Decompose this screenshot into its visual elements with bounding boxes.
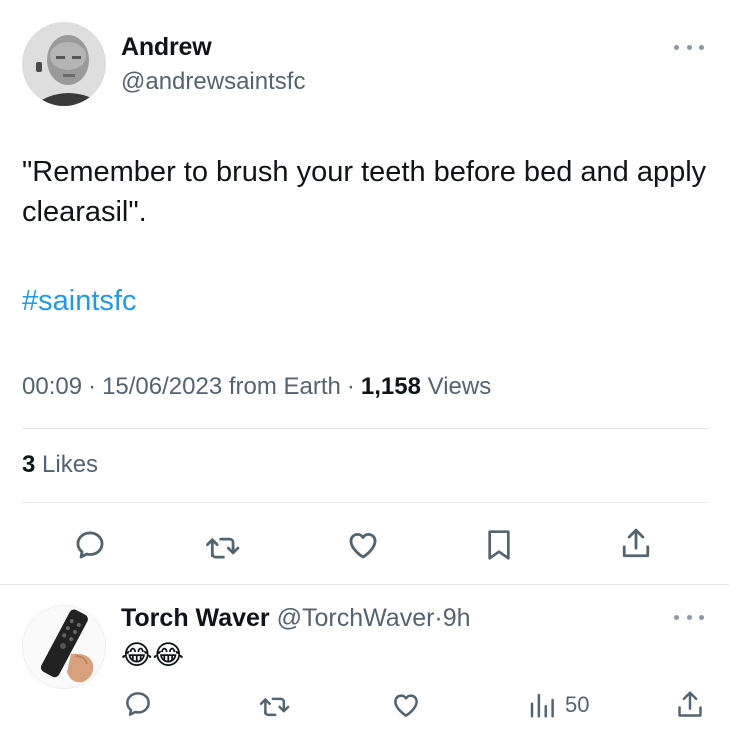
author-avatar-image (22, 22, 106, 106)
views-label: Views (427, 373, 492, 400)
reply-icon (76, 531, 104, 559)
reply-like-button[interactable] (390, 690, 422, 720)
retweet-icon (206, 537, 240, 559)
reply-views-count: 50 (565, 692, 590, 717)
divider (22, 502, 708, 503)
author-handle[interactable]: @andrewsaintsfc (121, 68, 305, 96)
divider (0, 584, 729, 585)
reply-author-handle[interactable]: @TorchWaver (277, 604, 435, 632)
retweet-button[interactable] (204, 529, 240, 563)
heart-icon (394, 694, 418, 717)
like-button[interactable] (345, 528, 381, 562)
reply-age[interactable]: 9h (443, 604, 471, 632)
remote-control-image (23, 606, 105, 688)
tweet-meta: 00:09 · 15/06/2023 from Earth · 1,158 Views (22, 373, 492, 400)
reply-share-button[interactable] (675, 689, 705, 721)
reply-more-options-button[interactable] (674, 610, 704, 624)
author-avatar[interactable] (22, 22, 106, 106)
bookmark-button[interactable] (483, 527, 515, 563)
share-button[interactable] (619, 526, 653, 562)
reply-author-name[interactable]: Torch Waver (121, 604, 270, 632)
tweet-location: from Earth (228, 373, 341, 400)
tweet-date[interactable]: 15/06/2023 (102, 373, 222, 400)
reply-text: 😂😂 (121, 640, 185, 670)
more-icon (674, 614, 679, 620)
likes-count: 3 (22, 451, 36, 478)
likes-label: Likes (42, 451, 99, 478)
hashtag-link[interactable]: #saintsfc (22, 285, 136, 318)
reply-author-line: Torch Waver @TorchWaver·9h (121, 604, 471, 632)
views-icon (530, 693, 554, 718)
reply-icon (126, 692, 150, 716)
bookmark-icon (488, 530, 510, 560)
more-icon (674, 44, 679, 50)
divider (22, 428, 708, 429)
tweet-time[interactable]: 00:09 (22, 373, 82, 400)
retweet-icon (259, 697, 290, 717)
likes-link[interactable]: 3 Likes (22, 451, 98, 479)
reply-retweet-button[interactable] (258, 690, 290, 720)
views-count: 1,158 (360, 373, 421, 400)
reply-reply-button[interactable] (123, 689, 153, 719)
more-options-button[interactable] (674, 40, 704, 54)
share-icon (622, 528, 650, 558)
tweet-text: "Remember to brush your teeth before bed… (22, 156, 707, 228)
author-name[interactable]: Andrew (121, 33, 212, 62)
heart-icon (349, 532, 377, 559)
reply-views-button[interactable]: 50 (527, 690, 589, 720)
reply-author-avatar[interactable] (22, 605, 106, 689)
share-icon (678, 691, 702, 717)
reply-button[interactable] (73, 528, 107, 562)
